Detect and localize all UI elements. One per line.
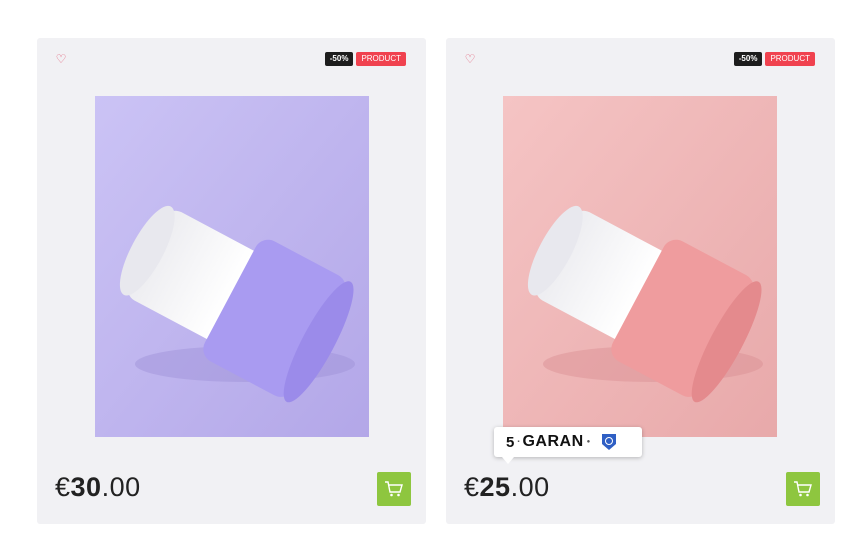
product-price: €25.00 — [464, 472, 550, 503]
product-badge: PRODUCT — [356, 52, 406, 66]
badge-group: -50% PRODUCT — [324, 52, 406, 66]
heart-outline-icon[interactable]: ♡ — [463, 52, 477, 66]
price-cents: .00 — [101, 472, 141, 502]
warranty-years: 5 — [506, 433, 515, 451]
badge-group: -50% PRODUCT — [733, 52, 815, 66]
warranty-sticker: 5 ▪ GARAN ● — [494, 427, 642, 464]
price-currency: € — [464, 472, 480, 502]
shopping-cart-icon — [385, 481, 403, 497]
discount-badge: -50% — [733, 52, 763, 66]
add-to-cart-button[interactable] — [377, 472, 411, 506]
product-card: ♡ -50% PRODUCT — [37, 38, 426, 524]
warranty-seal-icon — [602, 434, 617, 450]
sticker-tail — [502, 457, 514, 464]
shopping-cart-icon — [794, 481, 812, 497]
price-whole: 25 — [479, 472, 511, 502]
product-badge: PRODUCT — [765, 52, 815, 66]
product-image[interactable] — [95, 96, 369, 437]
price-whole: 30 — [70, 472, 102, 502]
product-image[interactable] — [503, 96, 777, 437]
price-currency: € — [55, 472, 71, 502]
product-price: €30.00 — [55, 472, 141, 503]
warranty-text: GARAN — [522, 433, 584, 450]
warranty-dot-icon: ● — [586, 439, 591, 445]
discount-badge: -50% — [324, 52, 354, 66]
heart-outline-icon[interactable]: ♡ — [54, 52, 68, 66]
price-cents: .00 — [510, 472, 550, 502]
add-to-cart-button[interactable] — [786, 472, 820, 506]
warranty-small-icon: ▪ — [517, 439, 520, 445]
